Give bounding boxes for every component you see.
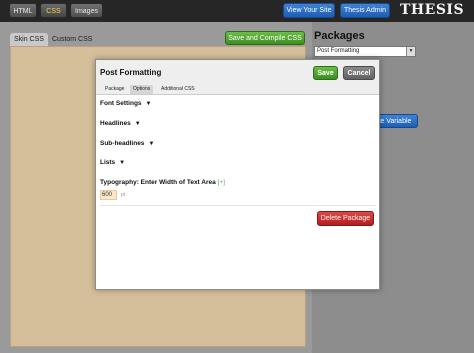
typography-width-label: Typography: Enter Width of Text Area [+] — [100, 179, 225, 186]
tab-images[interactable]: Images — [70, 3, 103, 18]
delete-package-button[interactable]: Delete Package — [317, 211, 374, 226]
thesis-logo: THESIS — [400, 2, 465, 18]
chevron-down-icon[interactable]: ▼ — [406, 47, 415, 56]
modal-divider — [100, 205, 376, 206]
tab-html[interactable]: HTML — [9, 3, 37, 18]
expand-triangle-icon: ▼ — [145, 101, 152, 107]
tab-css[interactable]: CSS — [40, 3, 67, 18]
tab-skin-css[interactable]: Skin CSS — [10, 33, 48, 46]
typography-label-text: Typography: Enter Width of Text Area — [100, 179, 216, 186]
package-select[interactable]: Post Formatting ▼ — [314, 46, 416, 57]
cancel-button[interactable]: Cancel — [343, 66, 375, 80]
view-your-site-button[interactable]: View Your Site — [283, 3, 335, 18]
expand-triangle-icon: ▼ — [134, 121, 141, 127]
section-headlines[interactable]: Headlines ▼ — [100, 120, 141, 127]
save-button[interactable]: Save — [313, 66, 338, 80]
section-label: Sub-headlines — [100, 140, 145, 147]
section-font-settings[interactable]: Font Settings ▼ — [100, 100, 151, 107]
section-label: Headlines — [100, 120, 131, 127]
post-formatting-modal: Post Formatting Save Cancel Package Opti… — [95, 59, 380, 290]
tab-package[interactable]: Package — [102, 85, 127, 94]
expand-triangle-icon: ▼ — [119, 160, 126, 166]
tab-custom-css[interactable]: Custom CSS — [52, 33, 92, 46]
packages-title: Packages — [314, 30, 365, 42]
width-unit-label: pt — [121, 192, 126, 198]
section-label: Lists — [100, 159, 116, 166]
top-bar: HTML CSS Images View Your Site Thesis Ad… — [0, 0, 474, 22]
thesis-admin-button[interactable]: Thesis Admin — [340, 3, 390, 18]
tab-additional-css[interactable]: Additional CSS — [158, 85, 198, 94]
section-sub-headlines[interactable]: Sub-headlines ▼ — [100, 140, 154, 147]
typography-help-link[interactable]: [+] — [218, 179, 225, 186]
save-compile-css-button[interactable]: Save and Compile CSS — [225, 31, 305, 45]
expand-triangle-icon: ▼ — [148, 141, 155, 147]
text-area-width-input[interactable]: 600 — [100, 190, 117, 200]
package-select-value: Post Formatting — [317, 48, 360, 54]
section-label: Font Settings — [100, 100, 142, 107]
section-lists[interactable]: Lists ▼ — [100, 159, 125, 166]
tab-options[interactable]: Options — [130, 85, 154, 94]
modal-header: Post Formatting Save Cancel Package Opti… — [96, 60, 379, 94]
modal-title: Post Formatting — [100, 68, 162, 77]
